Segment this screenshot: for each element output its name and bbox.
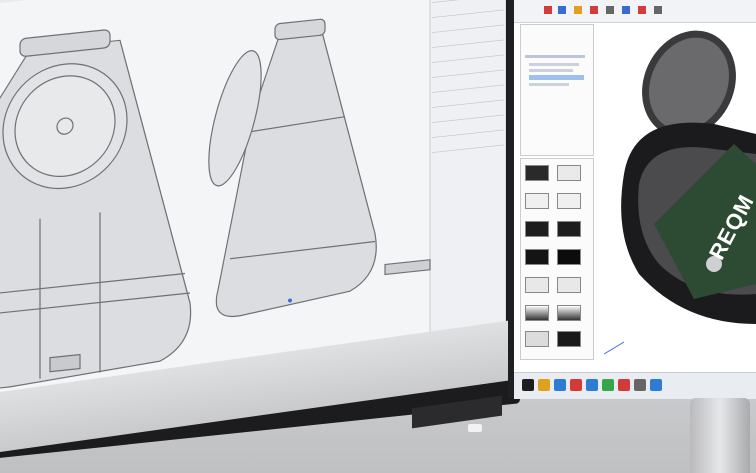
thumbnail[interactable] (525, 165, 549, 181)
feature-tree-panel (520, 24, 594, 156)
thumbnail[interactable] (557, 249, 581, 265)
right-taskbar (514, 372, 756, 399)
front-view-part (0, 29, 192, 390)
tree-item[interactable] (529, 83, 569, 86)
ribbon-icon[interactable] (544, 6, 552, 14)
app-icon[interactable] (650, 379, 662, 391)
3d-render (603, 30, 756, 355)
ribbon-icon[interactable] (622, 6, 630, 14)
browser-icon[interactable] (554, 379, 566, 391)
app-icon[interactable] (634, 379, 646, 391)
ribbon-icon[interactable] (574, 6, 582, 14)
side-view-part (208, 18, 431, 318)
ribbon (514, 0, 756, 23)
right-monitor-stand (690, 398, 750, 473)
app-icon[interactable] (570, 379, 582, 391)
tree-item-selected[interactable] (529, 75, 584, 80)
thumbnail[interactable] (557, 193, 581, 209)
app-icon[interactable] (618, 379, 630, 391)
ribbon-icon[interactable] (590, 6, 598, 14)
thumbnail[interactable] (525, 249, 549, 265)
tree-item[interactable] (529, 69, 573, 72)
3d-viewport[interactable]: REQM (594, 24, 756, 362)
thumbnail[interactable] (525, 221, 549, 237)
ribbon-icon[interactable] (606, 6, 614, 14)
thumbnail[interactable] (525, 277, 549, 293)
tree-item[interactable] (525, 55, 585, 58)
tree-item[interactable] (529, 63, 579, 66)
start-icon[interactable] (522, 379, 534, 391)
thumbnail[interactable] (557, 165, 581, 181)
thumbnail[interactable] (557, 331, 581, 347)
right-monitor-screen: REQM (514, 0, 756, 372)
properties-panel (429, 0, 506, 349)
thumbnail[interactable] (525, 331, 549, 347)
ribbon-icon[interactable] (638, 6, 646, 14)
thumbnail[interactable] (557, 277, 581, 293)
power-button[interactable] (468, 424, 482, 432)
axis-indicator (603, 341, 625, 355)
ribbon-icon[interactable] (558, 6, 566, 14)
app-icon[interactable] (586, 379, 598, 391)
app-icon[interactable] (602, 379, 614, 391)
thumbnail[interactable] (525, 193, 549, 209)
thumbnail[interactable] (557, 221, 581, 237)
ribbon-icon[interactable] (654, 6, 662, 14)
folder-icon[interactable] (538, 379, 550, 391)
thumbnail[interactable] (525, 305, 549, 321)
thumbnail[interactable] (557, 305, 581, 321)
appearance-thumbnails-panel (520, 158, 594, 360)
